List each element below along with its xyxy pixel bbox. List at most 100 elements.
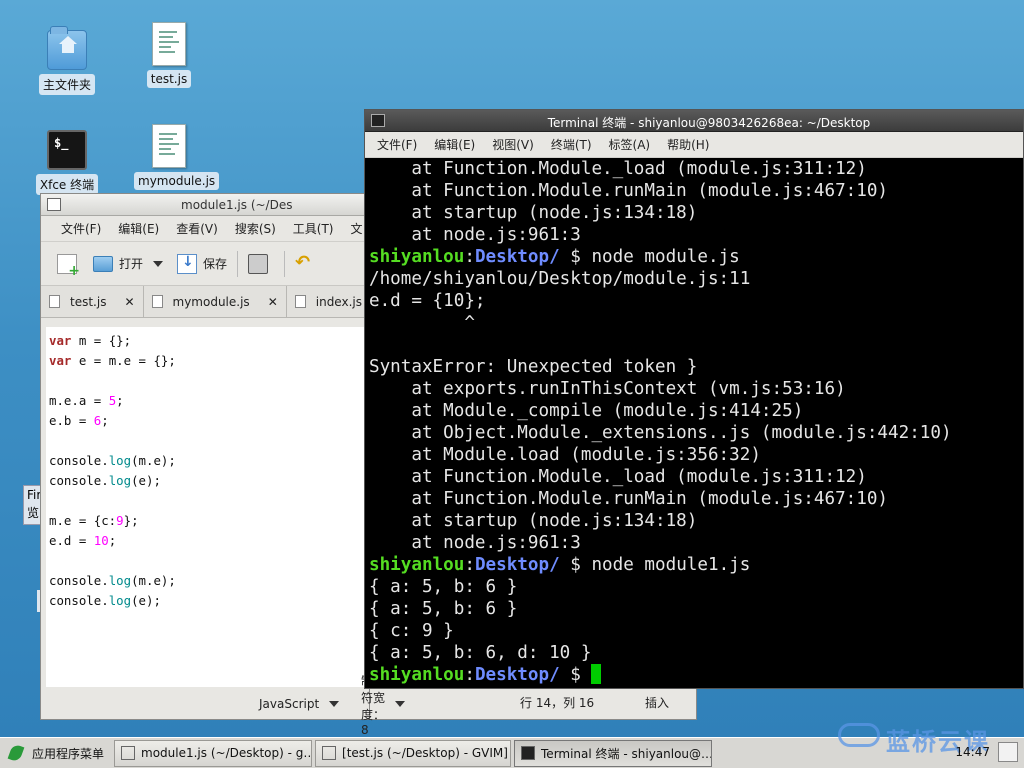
menu-view[interactable]: 视图(V): [492, 136, 534, 153]
task-terminal[interactable]: Terminal 终端 - shiyanlou@…: [514, 739, 713, 767]
prompt-separator: :: [464, 555, 475, 575]
menu-documents[interactable]: 文: [351, 220, 363, 237]
code-line: m.e.a = 5;: [49, 393, 124, 408]
gedit-status-position: 行 14，列 16: [520, 696, 595, 710]
task-gedit[interactable]: module1.js (~/Desktop) - g…: [114, 739, 313, 767]
terminal-line: at Object.Module._extensions..js (module…: [369, 423, 952, 443]
gedit-titlebar[interactable]: module1.js (~/Des: [41, 194, 369, 216]
close-icon[interactable]: ✕: [268, 295, 278, 309]
terminal-output[interactable]: at Function.Module._load (module.js:311:…: [365, 158, 1023, 688]
new-document-icon: [57, 253, 80, 279]
code-line: console.log(m.e);: [49, 453, 176, 468]
terminal-line: at node.js:961:3: [369, 225, 581, 245]
menu-terminal[interactable]: 终端(T): [551, 136, 592, 153]
desktop-icon-test-js[interactable]: test.js: [134, 22, 204, 88]
new-button[interactable]: [57, 253, 83, 279]
open-recent-dropdown[interactable]: [153, 260, 164, 267]
terminal-line: SyntaxError: Unexpected token }: [369, 357, 698, 377]
chevron-down-icon: [395, 701, 405, 707]
terminal-line: at Function.Module.runMain (module.js:46…: [369, 489, 889, 509]
terminal-line: { a: 5, b: 6 }: [369, 599, 518, 619]
terminal-line: at startup (node.js:134:18): [369, 203, 698, 223]
terminal-line: at Module.load (module.js:356:32): [369, 445, 761, 465]
menu-file[interactable]: 文件(F): [377, 136, 417, 153]
terminal-line: e.d = {10};: [369, 291, 486, 311]
terminal-titlebar[interactable]: Terminal 终端 - shiyanlou@9803426268ea: ~/…: [365, 110, 1023, 132]
desktop-icon-label: Xfce 终端: [35, 174, 99, 195]
menu-tools[interactable]: 工具(T): [293, 220, 334, 237]
menu-view[interactable]: 查看(V): [176, 220, 218, 237]
tab-index-js[interactable]: index.js: [287, 286, 369, 317]
file-icon: [152, 124, 186, 168]
code-editor[interactable]: var m = {}; var e = m.e = {}; m.e.a = 5;…: [46, 327, 364, 687]
save-icon: [177, 253, 198, 274]
prompt-user: shiyanlou: [369, 665, 465, 685]
gedit-window[interactable]: module1.js (~/Des 文件(F) 编辑(E) 查看(V) 搜索(S…: [40, 193, 405, 737]
prompt-separator: :: [464, 247, 475, 267]
open-folder-icon: [93, 255, 113, 272]
prompt-user: shiyanlou: [369, 247, 465, 267]
prompt-user: shiyanlou: [369, 555, 465, 575]
document-tabs: test.js ✕ mymodule.js ✕ index.js: [41, 286, 369, 318]
desktop-icon-label: mymodule.js: [134, 172, 220, 190]
code-line: console.log(e);: [49, 593, 161, 608]
task-gvim[interactable]: [test.js (~/Desktop) - GVIM]: [315, 739, 512, 767]
code-line: console.log(m.e);: [49, 573, 176, 588]
applications-menu-button[interactable]: 应用程序菜单: [0, 738, 114, 768]
gedit-statusbar: JavaScript 制表符宽度：8: [41, 674, 405, 737]
partial-desktop-widget[interactable]: Fir 览: [23, 485, 41, 525]
menu-edit[interactable]: 编辑(E): [118, 220, 159, 237]
file-icon: [151, 295, 163, 308]
window-title: module1.js (~/Des: [181, 198, 293, 212]
desktop-icon-xfce-terminal[interactable]: $_ Xfce 终端: [32, 130, 102, 195]
code-line: var e = m.e = {};: [49, 353, 176, 368]
terminal-line: at Function.Module._load (module.js:311:…: [369, 159, 867, 179]
tab-mymodule-js[interactable]: mymodule.js ✕: [144, 286, 287, 317]
save-button[interactable]: 保存: [177, 253, 227, 274]
print-icon: [248, 253, 269, 274]
language-selector[interactable]: JavaScript: [259, 697, 340, 711]
window-title: Terminal 终端 - shiyanlou@9803426268ea: ~/…: [547, 116, 871, 130]
desktop-icon-mymodule-js[interactable]: mymodule.js: [134, 124, 220, 190]
gedit-toolbar: 打开 保存 ↶: [41, 242, 369, 286]
terminal-line: shiyanlou:Desktop/ $: [369, 664, 1023, 686]
terminal-cursor: [591, 664, 602, 684]
terminal-line: shiyanlou:Desktop/ $ node module.js: [369, 246, 1023, 268]
menu-search[interactable]: 搜索(S): [235, 220, 276, 237]
gedit-menubar: 文件(F) 编辑(E) 查看(V) 搜索(S) 工具(T) 文: [41, 216, 369, 242]
menu-edit[interactable]: 编辑(E): [434, 136, 475, 153]
open-button[interactable]: 打开: [93, 255, 143, 272]
watermark-logo-icon: [838, 723, 880, 747]
desktop-icon-home-folder[interactable]: 主文件夹: [32, 26, 102, 95]
prompt-path: Desktop/: [474, 555, 560, 575]
terminal-line: at exports.runInThisContext (vm.js:53:16…: [369, 379, 846, 399]
prompt-command: $: [559, 665, 592, 685]
code-line: m.e = {c:9};: [49, 513, 139, 528]
terminal-line: /home/shiyanlou/Desktop/module.js:11: [369, 269, 751, 289]
menu-file[interactable]: 文件(F): [61, 220, 101, 237]
xfce-logo-icon: [7, 743, 25, 763]
desktop-icon-label: 主文件夹: [38, 74, 95, 95]
code-line: e.b = 6;: [49, 413, 109, 428]
file-icon: [152, 22, 186, 66]
undo-button[interactable]: ↶: [295, 253, 319, 274]
print-button[interactable]: [248, 253, 274, 274]
menu-help[interactable]: 帮助(H): [667, 136, 709, 153]
clock: 14:47: [955, 745, 990, 759]
terminal-line: at node.js:961:3: [369, 533, 581, 553]
show-desktop-icon[interactable]: [998, 742, 1018, 762]
prompt-command: $ node module1.js: [559, 555, 751, 575]
menu-tabs[interactable]: 标签(A): [609, 136, 651, 153]
prompt-command: $ node module.js: [559, 247, 740, 267]
prompt-path: Desktop/: [474, 665, 560, 685]
tab-test-js[interactable]: test.js ✕: [41, 286, 144, 317]
code-line: e.d = 10;: [49, 533, 117, 548]
terminal-line: at Function.Module._load (module.js:311:…: [369, 467, 867, 487]
close-icon[interactable]: ✕: [124, 295, 134, 309]
terminal-line: at Module._compile (module.js:414:25): [369, 401, 804, 421]
terminal-window[interactable]: Terminal 终端 - shiyanlou@9803426268ea: ~/…: [364, 109, 1024, 689]
